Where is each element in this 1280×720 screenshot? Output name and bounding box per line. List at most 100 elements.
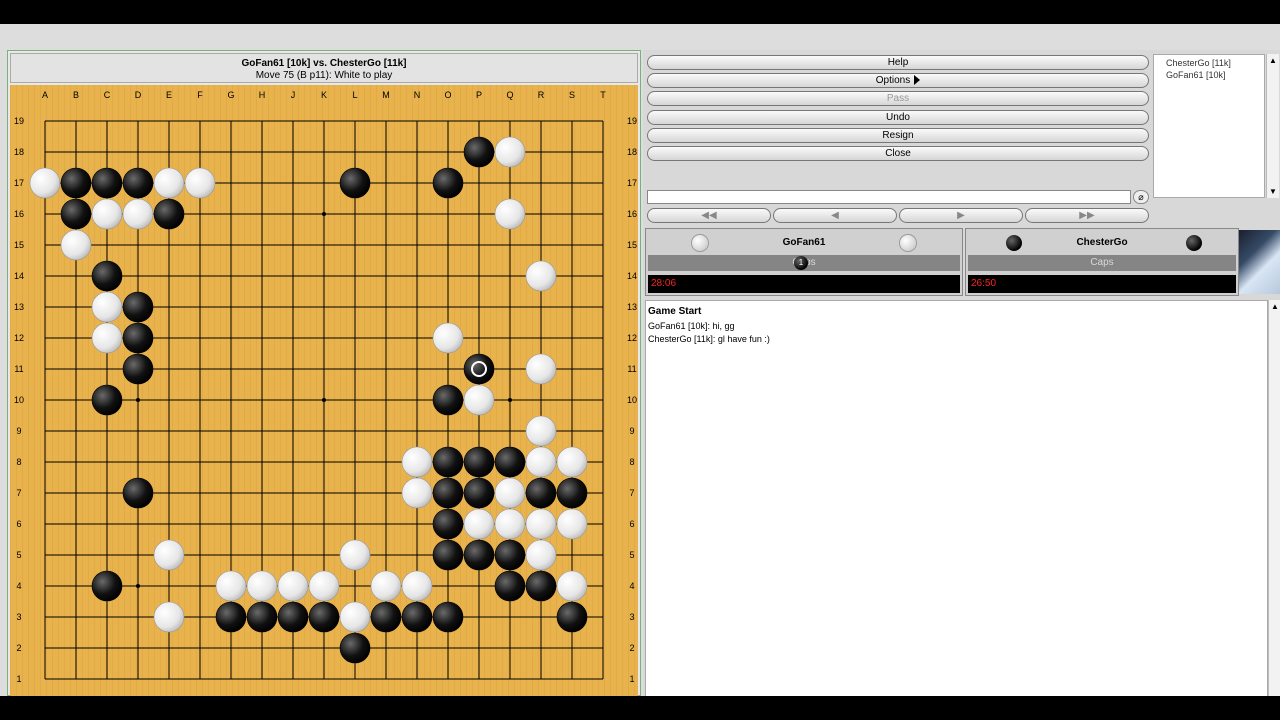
black-stone xyxy=(432,167,464,199)
black-stone xyxy=(153,198,185,230)
white-player-card: GoFan61 Caps 1 28:06 xyxy=(645,228,963,296)
white-stone xyxy=(91,198,123,230)
white-stone xyxy=(401,570,433,602)
row-label: 14 xyxy=(14,271,24,281)
column-label: K xyxy=(321,90,327,100)
white-stone xyxy=(525,508,557,540)
star-point xyxy=(508,398,512,402)
players-list-item[interactable]: GoFan61 [10k] xyxy=(1166,69,1264,81)
star-point xyxy=(322,212,326,216)
white-stone xyxy=(463,508,495,540)
players-list-item[interactable]: ChesterGo [11k] xyxy=(1166,57,1264,69)
chat-input[interactable] xyxy=(647,190,1131,204)
black-stone xyxy=(339,632,371,664)
row-label: 4 xyxy=(16,581,21,591)
white-stone xyxy=(556,446,588,478)
row-label: 14 xyxy=(627,271,637,281)
black-stone xyxy=(463,539,495,571)
black-stone xyxy=(308,601,340,633)
close-button[interactable]: Close xyxy=(647,146,1149,161)
black-stone xyxy=(91,384,123,416)
column-label: A xyxy=(42,90,48,100)
row-label: 2 xyxy=(629,643,634,653)
scroll-down-icon[interactable]: ▼ xyxy=(1267,187,1279,196)
go-board-svg[interactable]: A B C D E F G H J K L M N O P Q R S T19 1918 1817 1716 1615 151… xyxy=(10,85,638,696)
captures-count: 1 xyxy=(798,258,804,267)
captured-stone-icon: 1 xyxy=(794,256,808,270)
game-title: GoFan61 [10k] vs. ChesterGo [11k] xyxy=(241,58,407,69)
row-label: 16 xyxy=(14,209,24,219)
players-list: ChesterGo [11k] GoFan61 [10k] xyxy=(1153,54,1265,198)
go-board[interactable]: A B C D E F G H J K L M N O P Q R S T 19 19 18 18 17 17 16 16 15 15 1… xyxy=(10,85,638,696)
white-stone xyxy=(246,570,278,602)
scroll-up-icon[interactable]: ▲ xyxy=(1269,302,1280,311)
pass-button[interactable]: Pass xyxy=(647,91,1149,106)
row-label: 17 xyxy=(627,178,637,188)
white-stone xyxy=(91,291,123,323)
white-stone xyxy=(525,415,557,447)
white-stone xyxy=(60,229,92,261)
prev-move-button[interactable]: ◀ xyxy=(773,208,897,223)
black-stone xyxy=(401,601,433,633)
white-stone xyxy=(184,167,216,199)
undo-button[interactable]: Undo xyxy=(647,110,1149,125)
column-label: Q xyxy=(506,90,513,100)
white-stone xyxy=(122,198,154,230)
column-label: J xyxy=(291,90,296,100)
row-label: 18 xyxy=(14,147,24,157)
options-label: Options xyxy=(875,75,911,86)
row-label: 4 xyxy=(629,581,634,591)
black-stone xyxy=(463,136,495,168)
black-stone xyxy=(463,477,495,509)
move-info: Move 75 (B p11): White to play xyxy=(255,70,393,81)
row-label: 15 xyxy=(14,240,24,250)
row-label: 19 xyxy=(14,116,24,126)
black-stone xyxy=(556,477,588,509)
column-label: B xyxy=(73,90,79,100)
black-stone xyxy=(494,570,526,602)
clear-icon[interactable]: ⌀ xyxy=(1133,190,1149,204)
black-caps-bar: Caps xyxy=(968,255,1236,271)
column-label: E xyxy=(166,90,172,100)
chat-scrollbar[interactable]: ▲ ▼ xyxy=(1268,300,1280,696)
column-label: P xyxy=(476,90,482,100)
black-stone xyxy=(432,539,464,571)
row-label: 17 xyxy=(14,178,24,188)
white-stone xyxy=(494,508,526,540)
resign-button[interactable]: Resign xyxy=(647,128,1149,143)
black-player-name: ChesterGo xyxy=(1076,237,1128,248)
scroll-up-icon[interactable]: ▲ xyxy=(1267,56,1279,65)
black-stone xyxy=(463,353,495,385)
column-label: F xyxy=(197,90,203,100)
chat-log: Game Start GoFan61 [10k]: hi, gg Chester… xyxy=(645,300,1268,696)
first-move-button[interactable]: ◀◀ xyxy=(647,208,771,223)
row-label: 5 xyxy=(629,550,634,560)
black-stone xyxy=(463,446,495,478)
chat-header: Game Start xyxy=(648,306,702,317)
row-label: 11 xyxy=(627,364,636,374)
black-stone xyxy=(122,353,154,385)
white-stone xyxy=(308,570,340,602)
black-player-card: ChesterGo Caps 26:50 xyxy=(965,228,1239,296)
row-label: 6 xyxy=(629,519,634,529)
players-scrollbar[interactable]: ▲ ▼ xyxy=(1266,54,1279,198)
row-label: 1 xyxy=(629,674,634,684)
row-label: 7 xyxy=(629,488,634,498)
black-stone xyxy=(525,570,557,602)
player-avatar xyxy=(1239,230,1280,294)
column-label: O xyxy=(444,90,451,100)
white-stone xyxy=(494,198,526,230)
white-stone xyxy=(432,322,464,354)
row-label: 2 xyxy=(16,643,21,653)
next-move-button[interactable]: ▶ xyxy=(899,208,1023,223)
row-label: 8 xyxy=(629,457,634,467)
row-label: 6 xyxy=(16,519,21,529)
help-button[interactable]: Help xyxy=(647,55,1149,70)
options-button[interactable]: Options xyxy=(647,73,1149,88)
last-move-button[interactable]: ▶▶ xyxy=(1025,208,1149,223)
black-stone xyxy=(432,477,464,509)
row-label: 19 xyxy=(627,116,637,126)
white-stone xyxy=(153,539,185,571)
black-stone xyxy=(494,539,526,571)
row-label: 5 xyxy=(16,550,21,560)
